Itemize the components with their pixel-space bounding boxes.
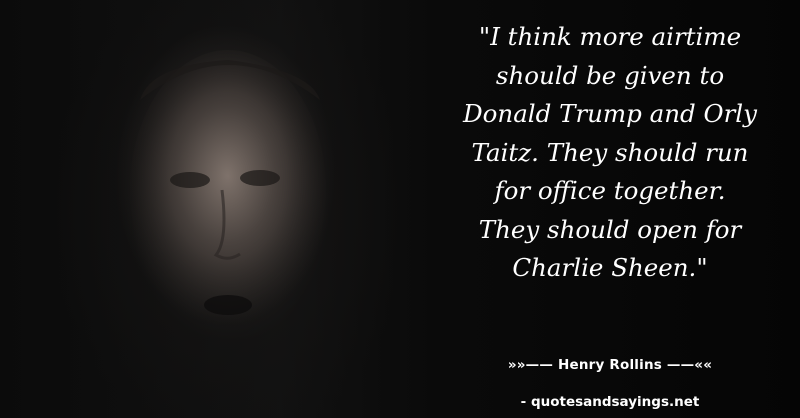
quote-line: Charlie Sheen." [512, 253, 708, 282]
quote-line: They should open for [478, 214, 742, 244]
quote-text: "I think more airtime should be given to… [440, 18, 780, 288]
quote-line: Taitz. They should run [471, 137, 749, 167]
quote-line: "I think more airtime [478, 22, 742, 51]
quote-card: "I think more airtime should be given to… [0, 0, 800, 418]
quote-line: for office together. [494, 176, 726, 205]
site-credit: - quotesandsayings.net [520, 394, 700, 410]
quote-line: Donald Trump and Orly [463, 99, 757, 128]
portrait-image [130, 50, 326, 330]
quote-line: should be given to [495, 60, 725, 90]
author-attribution: »»—— Henry Rollins ——«« [507, 357, 713, 373]
